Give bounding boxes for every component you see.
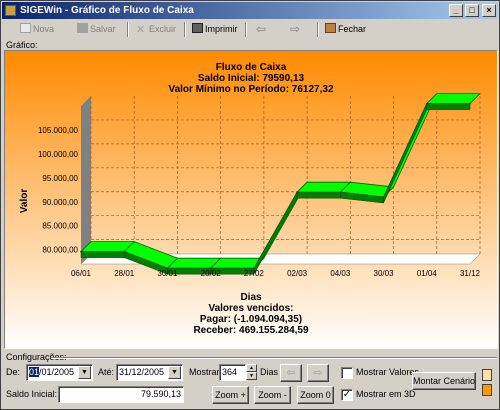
y-tick-label: 85.000,00 <box>42 222 78 231</box>
series-ribbon-front <box>80 251 125 258</box>
x-tick-label: 02/03 <box>287 269 308 278</box>
montar-cenario-button[interactable]: Montar Cenário <box>412 372 476 390</box>
zoom-out-button[interactable]: Zoom - <box>254 386 291 404</box>
data-point <box>339 191 342 193</box>
excluir-button[interactable]: ✕ Excluir <box>136 21 176 38</box>
ate-label: Até: <box>98 367 115 377</box>
save-icon <box>77 23 88 33</box>
chart-svg: 80.000,00 85.000,00 90.000,00 95.000,00 100.… <box>5 51 497 348</box>
data-point <box>80 250 82 253</box>
saldo-inicial-input[interactable]: 79.590,13 <box>58 386 184 403</box>
footer-pagar: Pagar: (-1.094.094,35) <box>200 314 302 325</box>
fechar-button[interactable]: Fechar <box>325 21 366 38</box>
color-swatch-orange[interactable] <box>482 384 492 396</box>
spin-down-icon[interactable]: ▼ <box>246 372 257 380</box>
novo-button[interactable]: Nova <box>20 21 54 38</box>
exit-door-icon <box>325 23 336 33</box>
series-ribbon-front <box>426 103 471 110</box>
previous-arrow-icon[interactable]: ⇦ <box>256 21 266 38</box>
close-button[interactable]: × <box>482 4 496 17</box>
left-wall <box>81 96 91 264</box>
y-tick-label: 80.000,00 <box>42 246 78 255</box>
de-date-rest: /01/2005 <box>39 367 75 377</box>
y-tick-label: 95.000,00 <box>42 174 78 183</box>
x-axis-label: Dias <box>240 292 262 303</box>
prev-period-button[interactable]: ⇦ <box>280 364 302 382</box>
config-divider <box>51 357 497 359</box>
ate-date-field[interactable]: 31/12/2005 ▼ <box>116 364 183 381</box>
mostrar-valores-label: Mostrar Valores <box>356 367 419 377</box>
data-point <box>425 102 428 105</box>
chevron-down-icon[interactable]: ▼ <box>78 366 91 379</box>
imprimir-button[interactable]: Imprimir <box>192 21 238 38</box>
maximize-button[interactable]: □ <box>465 4 479 17</box>
mostrar-3d-checkbox[interactable]: ✓ <box>341 389 353 401</box>
x-tick-label: 06/01 <box>71 269 92 278</box>
toolbar-separator <box>317 22 319 37</box>
chart-subtitle-saldo: Saldo Inicial: 79590,13 <box>198 73 305 84</box>
next-period-button[interactable]: ⇨ <box>307 364 329 382</box>
toolbar-separator <box>245 22 247 37</box>
dias-label: Dias <box>260 367 279 377</box>
main-window: SIGEWin - Gráfico de Fluxo de Caixa _ □ … <box>0 0 500 410</box>
data-point <box>123 250 126 253</box>
next-arrow-icon[interactable]: ⇨ <box>290 21 300 38</box>
de-date-field[interactable]: 01/01/2005 ▼ <box>26 364 93 381</box>
x-tick-label: 04/03 <box>330 269 351 278</box>
mostrar-label: Mostrar: <box>189 367 223 377</box>
grafico-section-label: Gráfico: <box>6 40 38 50</box>
spin-up-icon[interactable]: ▲ <box>246 364 257 372</box>
y-tick-label: 100.000,00 <box>38 150 79 159</box>
x-tick-label: 27/02 <box>244 269 265 278</box>
delete-icon: ✕ <box>136 24 146 36</box>
salvar-button[interactable]: Salvar <box>77 21 116 38</box>
x-tick-label: 30/03 <box>374 269 395 278</box>
y-axis-label: Valor <box>19 189 30 214</box>
mostrar-3d-label: Mostrar em 3D <box>356 389 416 399</box>
mostrar-days-input[interactable]: 364 <box>219 364 246 381</box>
x-tick-label: 01/04 <box>417 269 438 278</box>
chevron-down-icon[interactable]: ▼ <box>168 366 181 379</box>
saldo-inicial-label: Saldo Inicial: <box>6 389 58 399</box>
cash-flow-chart: 80.000,00 85.000,00 90.000,00 95.000,00 100.… <box>4 50 498 349</box>
series-ribbon-top <box>425 93 481 105</box>
x-tick-label: 28/01 <box>114 269 135 278</box>
title-bar[interactable]: SIGEWin - Gráfico de Fluxo de Caixa _ □ … <box>2 2 498 19</box>
data-point <box>382 196 385 198</box>
days-stepper[interactable]: ▲ ▼ <box>246 364 257 381</box>
mostrar-valores-checkbox[interactable] <box>341 367 353 379</box>
toolbar-separator <box>184 22 186 37</box>
toolbar: Nova Salvar ✕ Excluir Imprimir ⇦ ⇨ Fechar <box>2 20 498 39</box>
app-icon <box>5 5 16 16</box>
de-day-selected: 01 <box>29 367 40 377</box>
chart-subtitle-minimo: Valor Mínimo no Período: 76127,32 <box>168 84 333 95</box>
x-tick-label: 20/02 <box>201 269 222 278</box>
printer-icon <box>192 23 203 33</box>
y-tick-label: 105.000,00 <box>38 126 79 135</box>
data-point <box>296 191 298 193</box>
toolbar-separator <box>127 22 129 37</box>
series-ribbon-front <box>296 191 341 199</box>
color-swatch-light[interactable] <box>482 369 492 381</box>
footer-vencidos-title: Valores vencidos: <box>208 303 293 314</box>
zoom-reset-button[interactable]: Zoom 0 <box>297 386 334 404</box>
zoom-in-button[interactable]: Zoom + <box>212 386 249 404</box>
chart-title: Fluxo de Caixa <box>216 62 287 73</box>
data-point <box>469 102 471 105</box>
minimize-button[interactable]: _ <box>449 4 463 17</box>
y-tick-label: 90.000,00 <box>42 198 78 207</box>
de-label: De: <box>6 367 21 377</box>
new-doc-icon <box>20 23 31 33</box>
window-title: SIGEWin - Gráfico de Fluxo de Caixa <box>20 5 194 16</box>
footer-receber: Receber: 469.155.284,59 <box>193 325 309 336</box>
x-tick-label: 31/12 <box>460 269 481 278</box>
x-tick-label: 30/01 <box>157 269 178 278</box>
